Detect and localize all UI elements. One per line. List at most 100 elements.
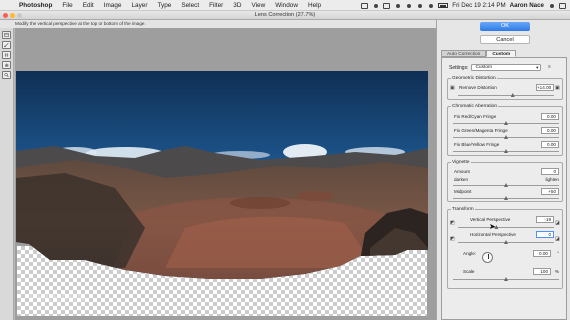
transform-group: Transform ◩ Vertical Perspective -19 ◪ ◩… bbox=[447, 206, 563, 289]
vignette-lighten-label: lighten bbox=[545, 177, 559, 182]
settings-menu-icon[interactable]: ≡ bbox=[548, 64, 551, 70]
dialog-title: Lens Correction (27.7%) bbox=[254, 12, 316, 18]
barrel-distortion-icon: ▣ bbox=[450, 85, 455, 91]
scale-field[interactable]: 100 bbox=[533, 268, 551, 275]
battery-icon[interactable] bbox=[438, 3, 449, 8]
menu-clock[interactable]: Fri Dec 19 2:14 PM bbox=[452, 2, 505, 9]
notification-center-icon[interactable] bbox=[559, 2, 566, 9]
chevron-down-icon: ▾ bbox=[536, 65, 539, 70]
correction-tabs: Auto Correction Custom bbox=[441, 50, 567, 57]
angle-field[interactable]: 0.00 bbox=[533, 250, 551, 257]
image-preview[interactable]: PHLEARN bbox=[15, 28, 436, 320]
angle-unit: ° bbox=[557, 251, 559, 256]
vignette-midpoint-label: Midpoint bbox=[454, 189, 472, 194]
menu-3d[interactable]: 3D bbox=[228, 0, 246, 11]
straighten-tool-icon[interactable] bbox=[2, 41, 11, 49]
horizontal-perspective-left-icon: ◩ bbox=[450, 236, 455, 242]
vignette-midpoint-slider[interactable] bbox=[453, 196, 559, 200]
vertical-perspective-slider[interactable] bbox=[458, 225, 554, 229]
fix-blue-yellow-slider[interactable] bbox=[453, 149, 559, 153]
record-icon[interactable] bbox=[372, 3, 379, 9]
airplay-icon[interactable] bbox=[383, 2, 391, 9]
angle-dial[interactable] bbox=[482, 252, 493, 263]
menu-app-photoshop[interactable]: Photoshop bbox=[14, 0, 57, 11]
horizontal-perspective-right-icon: ◪ bbox=[555, 236, 560, 242]
vertical-perspective-row: Vertical Perspective -19 bbox=[458, 216, 554, 223]
fix-green-magenta-label: Fix Green/Magenta Fringe bbox=[454, 128, 508, 133]
menu-edit[interactable]: Edit bbox=[78, 0, 99, 11]
watermark-text: PHLEARN bbox=[29, 292, 86, 304]
spotlight-icon[interactable] bbox=[548, 3, 555, 9]
fix-blue-yellow-field[interactable]: 0.00 bbox=[541, 141, 559, 148]
timemachine-icon[interactable] bbox=[394, 3, 401, 9]
fix-red-cyan-field[interactable]: 0.00 bbox=[541, 113, 559, 120]
vignette-amount-slider[interactable] bbox=[453, 183, 559, 187]
horizontal-perspective-slider[interactable] bbox=[458, 240, 554, 244]
horizontal-perspective-field[interactable]: 0 bbox=[536, 231, 554, 238]
bluetooth-icon[interactable] bbox=[405, 3, 412, 9]
chromatic-aberration-title: Chromatic Aberration bbox=[451, 103, 499, 110]
fix-red-cyan-label: Fix Red/Cyan Fringe bbox=[454, 114, 497, 119]
dialog-titlebar: Lens Correction (27.7%) bbox=[0, 11, 570, 20]
menu-filter[interactable]: Filter bbox=[204, 0, 228, 11]
angle-label: Angle: bbox=[463, 251, 477, 256]
settings-sidebar: OK Cancel Auto Correction Custom Setting… bbox=[436, 20, 570, 320]
vignette-midpoint-row: Midpoint +50 bbox=[453, 188, 559, 195]
pincushion-distortion-icon: ▣ bbox=[555, 85, 560, 91]
fix-red-cyan-row: Fix Red/Cyan Fringe 0.00 bbox=[453, 113, 559, 120]
menu-help[interactable]: Help bbox=[303, 0, 326, 11]
fix-blue-yellow-label: Fix Blue/Yellow Fringe bbox=[454, 142, 500, 147]
menu-type[interactable]: Type bbox=[152, 0, 176, 11]
display-icon[interactable] bbox=[361, 2, 369, 9]
menu-file[interactable]: File bbox=[57, 0, 77, 11]
geometric-distortion-group: Geometric Distortion ▣ Remove Distortion… bbox=[447, 75, 563, 100]
vignette-amount-row: Amount 0 bbox=[453, 168, 559, 175]
geometric-distortion-title: Geometric Distortion bbox=[451, 75, 497, 82]
fix-blue-yellow-row: Fix Blue/Yellow Fringe 0.00 bbox=[453, 141, 559, 148]
hand-tool-icon[interactable] bbox=[2, 61, 11, 69]
vignette-amount-field[interactable]: 0 bbox=[541, 168, 559, 175]
fix-green-magenta-slider[interactable] bbox=[453, 135, 559, 139]
slider-track bbox=[458, 226, 554, 228]
vignette-midpoint-field[interactable]: +50 bbox=[541, 188, 559, 195]
remove-distortion-field[interactable]: +14.00 bbox=[536, 84, 554, 91]
settings-value: Custom bbox=[475, 65, 492, 70]
menu-window[interactable]: Window bbox=[270, 0, 303, 11]
scale-slider[interactable] bbox=[453, 277, 559, 281]
remove-distortion-label: Remove Distortion bbox=[459, 85, 497, 90]
tool-hint: Modify the vertical perspective at the t… bbox=[0, 20, 436, 28]
chromatic-aberration-group: Chromatic Aberration Fix Red/Cyan Fringe… bbox=[447, 103, 563, 156]
fix-green-magenta-field[interactable]: 0.00 bbox=[541, 127, 559, 134]
remove-distortion-tool-icon[interactable] bbox=[2, 31, 11, 39]
vertical-perspective-right-icon: ◪ bbox=[555, 220, 560, 226]
menu-layer[interactable]: Layer bbox=[126, 0, 152, 11]
menu-status-area: Fri Dec 19 2:14 PM Aaron Nace bbox=[361, 0, 566, 11]
vertical-perspective-field[interactable]: -19 bbox=[536, 216, 554, 223]
zoom-tool-icon[interactable] bbox=[2, 71, 11, 79]
menu-image[interactable]: Image bbox=[99, 0, 127, 11]
fix-green-magenta-row: Fix Green/Magenta Fringe 0.00 bbox=[453, 127, 559, 134]
scale-label: Scale bbox=[463, 269, 475, 274]
remove-distortion-slider[interactable] bbox=[458, 93, 554, 97]
menu-select[interactable]: Select bbox=[176, 0, 204, 11]
vertical-perspective-left-icon: ◩ bbox=[450, 220, 455, 226]
menu-user[interactable]: Aaron Nace bbox=[510, 2, 544, 9]
scale-row: Scale 100 % bbox=[453, 268, 559, 275]
settings-select[interactable]: Custom ▾ bbox=[471, 64, 542, 71]
menu-bar: Photoshop File Edit Image Layer Type Sel… bbox=[0, 0, 570, 11]
tab-auto-correction[interactable]: Auto Correction bbox=[441, 50, 487, 57]
wifi-icon[interactable] bbox=[416, 3, 423, 9]
menu-view[interactable]: View bbox=[246, 0, 270, 11]
horizontal-perspective-label: Horizontal Perspective bbox=[470, 232, 516, 237]
vignette-group: Vignette Amount 0 darken lighten Midpoin… bbox=[447, 159, 563, 202]
cancel-button[interactable]: Cancel bbox=[480, 35, 530, 44]
vignette-title: Vignette bbox=[451, 159, 471, 166]
tab-custom[interactable]: Custom bbox=[486, 50, 517, 57]
angle-row: Angle: 0.00 ° bbox=[453, 250, 559, 257]
fix-red-cyan-slider[interactable] bbox=[453, 121, 559, 125]
ok-button[interactable]: OK bbox=[480, 22, 530, 31]
volume-icon[interactable] bbox=[427, 3, 434, 9]
move-grid-tool-icon[interactable] bbox=[2, 51, 11, 59]
tool-strip bbox=[0, 28, 14, 320]
scale-unit: % bbox=[554, 269, 559, 274]
